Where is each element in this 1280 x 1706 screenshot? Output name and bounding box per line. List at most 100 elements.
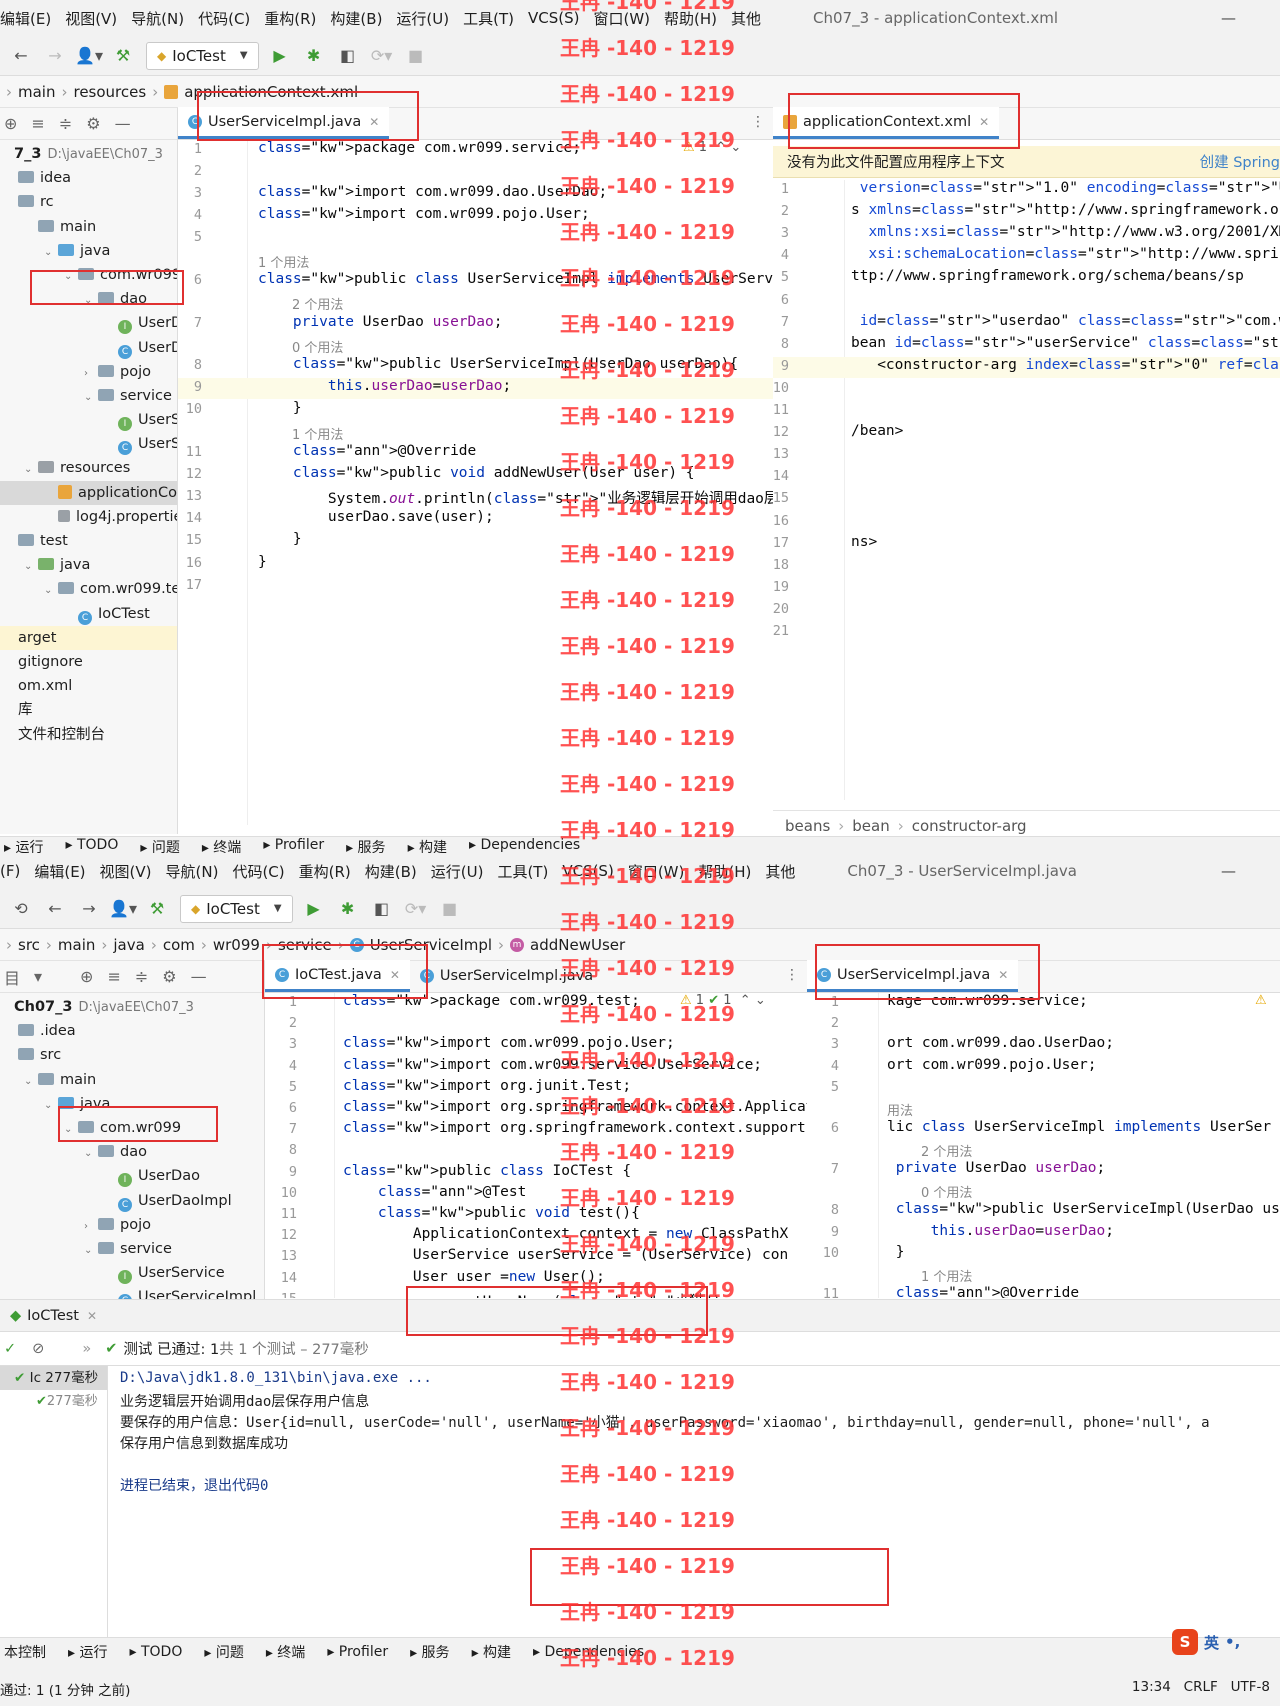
tool-window-button[interactable]: ▸ Dependencies xyxy=(469,837,580,853)
tree-item[interactable]: I UserDao xyxy=(0,311,177,335)
forward-icon[interactable]: → xyxy=(76,896,102,922)
tree-arrow-icon[interactable]: ⌄ xyxy=(24,1070,38,1094)
tree-item[interactable]: I UserDao xyxy=(0,1164,264,1188)
build-hammer-icon[interactable]: ⚒ xyxy=(144,896,170,922)
encoding[interactable]: UTF-8 xyxy=(1231,1679,1270,1695)
tree-arrow-icon[interactable]: ⌄ xyxy=(64,265,78,289)
close-icon[interactable]: ✕ xyxy=(369,115,379,129)
minimize-icon[interactable]: — xyxy=(1221,9,1236,27)
breadcrumb-item[interactable]: resources xyxy=(73,83,146,101)
menu-item[interactable]: 代码(C) xyxy=(232,861,284,882)
tree-item[interactable]: gitignore xyxy=(0,650,177,674)
sync-icon[interactable]: ⟲ xyxy=(8,896,34,922)
tree-item[interactable]: I UserService xyxy=(0,1261,264,1285)
menu-item[interactable]: 编辑(E) xyxy=(34,861,85,882)
tree-item[interactable]: idea xyxy=(0,166,177,190)
tree-item[interactable]: rc xyxy=(0,190,177,214)
breadcrumb-item[interactable]: main xyxy=(18,83,55,101)
tree-item[interactable]: test xyxy=(0,529,177,553)
tree-arrow-icon[interactable]: ⌄ xyxy=(44,579,58,603)
breadcrumb-item[interactable]: wr099 xyxy=(213,936,260,954)
test-item[interactable]: ✔ Ic 277毫秒 xyxy=(0,1366,107,1391)
tree-arrow-icon[interactable]: ⌄ xyxy=(84,1142,98,1166)
back-icon[interactable]: ← xyxy=(8,43,34,69)
menu-item[interactable]: 帮助(H) xyxy=(698,861,751,882)
tree-arrow-icon[interactable]: ⌄ xyxy=(24,555,38,579)
tab-userserviceimpl-java[interactable]: C UserServiceImpl.java ✕ xyxy=(807,960,1019,992)
tool-window-button[interactable]: ▸ TODO xyxy=(129,1644,182,1660)
stop-icon[interactable]: ■ xyxy=(403,43,429,69)
tree-item[interactable]: log4j.properties xyxy=(0,505,177,529)
breadcrumb-item[interactable]: main xyxy=(58,936,95,954)
menu-item[interactable]: 其他 xyxy=(765,861,795,882)
chevron-down-icon[interactable]: ▾ xyxy=(34,967,42,986)
menu-item[interactable]: 导航(N) xyxy=(166,861,219,882)
tool-window-button[interactable]: 本控制 xyxy=(4,1642,46,1662)
tree-item[interactable]: om.xml xyxy=(0,674,177,698)
tool-window-button[interactable]: ▸ 终端 xyxy=(266,1642,305,1662)
tree-item[interactable]: ⌄ service xyxy=(0,384,177,408)
coverage-icon[interactable]: ◧ xyxy=(369,896,395,922)
warning-count[interactable]: ⚠ 1 ⌃ ⌄ xyxy=(683,140,741,155)
locate-icon[interactable]: ⊕ xyxy=(80,967,93,986)
tree-item[interactable]: Ch07_3 D:\javaEE\Ch07_3 xyxy=(0,995,264,1019)
hide-icon[interactable]: — xyxy=(191,967,207,986)
breadcrumb-item[interactable]: com xyxy=(163,936,195,954)
tree-item[interactable]: ⌄ main xyxy=(0,1068,264,1092)
tool-window-button[interactable]: ▸ 构建 xyxy=(472,1642,511,1662)
tree-arrow-icon[interactable]: ⌄ xyxy=(84,1239,98,1263)
inspection-badges[interactable]: ⚠ 1 ✔ 1 ⌃ ⌄ xyxy=(680,993,766,1008)
tree-item[interactable]: ⌄ dao xyxy=(0,1140,264,1164)
tree-item[interactable]: ⌄ resources xyxy=(0,456,177,480)
tool-window-button[interactable]: ▸ 运行 xyxy=(68,1642,107,1662)
expand-all-icon[interactable]: ≡ xyxy=(31,114,44,133)
tree-item[interactable]: ⌄ com.wr099 xyxy=(0,1116,264,1140)
xml-crumb[interactable]: bean xyxy=(852,817,889,835)
run-config-select[interactable]: ◆ IoCTest ▼ xyxy=(146,41,259,70)
close-icon[interactable]: ✕ xyxy=(390,968,400,982)
run-icon[interactable]: ▶ xyxy=(301,896,327,922)
tree-item[interactable]: C UserDaoImpl xyxy=(0,1189,264,1213)
more-icon[interactable]: ⋮ xyxy=(751,114,765,130)
tool-window-button[interactable]: ▸ 问题 xyxy=(140,837,179,853)
menu-item[interactable]: 窗口(W) xyxy=(593,8,650,29)
gear-icon[interactable]: ⚙ xyxy=(162,967,176,986)
run-config-select[interactable]: ◆ IoCTest ▼ xyxy=(180,894,293,923)
tree-item[interactable]: ⌄ service xyxy=(0,1237,264,1261)
collapse-all-icon[interactable]: ≑ xyxy=(135,967,148,986)
line-ending[interactable]: CRLF xyxy=(1184,1679,1218,1695)
close-icon[interactable]: ✕ xyxy=(979,115,989,129)
tree-item[interactable]: › pojo xyxy=(0,360,177,384)
tool-window-button[interactable]: ▸ 构建 xyxy=(408,837,447,853)
tree-item[interactable]: ⌄ com.wr099 xyxy=(0,263,177,287)
menu-item[interactable]: 帮助(H) xyxy=(664,8,717,29)
tree-item[interactable]: ⌄ java xyxy=(0,553,177,577)
tool-window-button[interactable]: ▸ 运行 xyxy=(4,837,43,853)
tool-window-button[interactable]: ▸ 问题 xyxy=(204,1642,243,1662)
menu-item[interactable]: 构建(B) xyxy=(330,8,382,29)
tree-item[interactable]: I UserServ xyxy=(0,408,177,432)
debug-icon[interactable]: ✱ xyxy=(335,896,361,922)
tab-userserviceimpl-java[interactable]: C UserServiceImpl.java xyxy=(410,960,603,992)
tab-ioctest-java[interactable]: C IoCTest.java ✕ xyxy=(265,960,410,992)
tree-arrow-icon[interactable]: ⌄ xyxy=(44,241,58,265)
tab-userserviceimpl-java[interactable]: C UserServiceImpl.java ✕ xyxy=(178,107,390,139)
tree-item[interactable]: CUserServiceImpl xyxy=(0,1285,264,1299)
tree-item[interactable]: C UserDao xyxy=(0,336,177,360)
tree-item[interactable]: ⌄ java xyxy=(0,1092,264,1116)
user-icon[interactable]: 👤▾ xyxy=(109,896,137,922)
tree-item[interactable]: ⌄ com.wr099.test xyxy=(0,577,177,601)
menu-item[interactable]: 运行(U) xyxy=(396,8,449,29)
close-icon[interactable]: ✕ xyxy=(87,1309,97,1323)
build-hammer-icon[interactable]: ⚒ xyxy=(110,43,136,69)
tree-item[interactable]: applicationCont xyxy=(0,480,177,505)
xml-crumb[interactable]: constructor-arg xyxy=(912,817,1027,835)
menu-item[interactable]: 其他 xyxy=(731,8,761,29)
menu-item[interactable]: 编辑(E) xyxy=(0,8,51,29)
menu-item[interactable]: 视图(V) xyxy=(65,8,117,29)
debug-icon[interactable]: ✱ xyxy=(301,43,327,69)
breadcrumb-item[interactable]: service xyxy=(278,936,332,954)
tool-window-button[interactable]: ▸ 终端 xyxy=(202,837,241,853)
tree-arrow-icon[interactable]: ⌄ xyxy=(64,1118,78,1142)
tree-item[interactable]: 7_3 D:\javaEE\Ch07_3 xyxy=(0,142,177,166)
